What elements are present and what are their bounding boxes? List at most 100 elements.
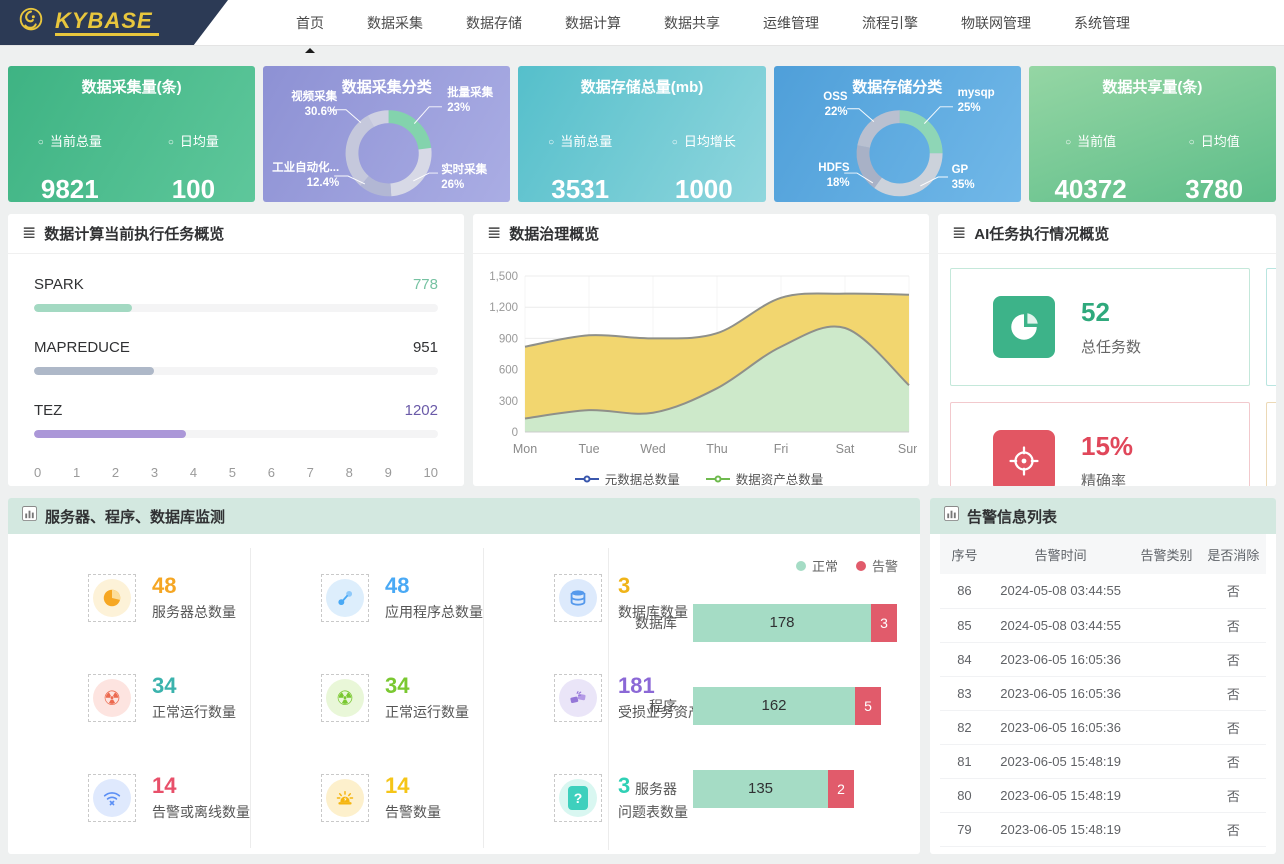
ai-card-cutoff-top	[1266, 268, 1276, 386]
svg-text:600: 600	[499, 365, 518, 377]
donut-label: OSS 22%	[774, 90, 848, 120]
nav-item-home[interactable]: 首页	[294, 0, 326, 47]
col-header-seq: 序号	[940, 534, 989, 574]
svg-text:Sun: Sun	[898, 442, 917, 456]
col-header-cleared: 是否消除	[1201, 534, 1266, 574]
metric-value: 9821	[8, 174, 132, 202]
nav-item-iot-management[interactable]: 物联网管理	[959, 0, 1033, 47]
question-table-icon: ?	[554, 774, 602, 822]
donut-label: 工业自动化... 12.4%	[263, 161, 339, 191]
list-icon: ≣	[22, 224, 36, 241]
legend-dot-icon	[856, 561, 866, 571]
table-row: 842023-06-05 16:05:36否	[940, 642, 1266, 676]
legend-item-assets[interactable]: 数据资产总数量	[706, 469, 824, 486]
donut-label: HDFS 18%	[774, 161, 850, 191]
alarm-bar-segment: 2	[828, 770, 854, 808]
normal-bar-segment: 178	[693, 604, 871, 642]
task-label: SPARK	[34, 276, 84, 293]
task-label: MAPREDUCE	[34, 339, 130, 356]
card-storage-categories: 数据存储分类 mysqp 25% OSS 22% HDFS 18	[774, 66, 1021, 202]
metric-label: 当前值	[1029, 131, 1153, 150]
bar-chart-icon	[944, 506, 959, 526]
stat-value: 34	[152, 674, 236, 698]
card-collection-categories: 数据采集分类 批量采集 23% 视频采集 30.6% 工业自动化...	[263, 66, 510, 202]
task-value: 1202	[405, 402, 438, 419]
bar-chart-icon	[22, 506, 37, 526]
legend-item-normal[interactable]: 正常	[796, 556, 838, 575]
table-row: 852024-05-08 03:44:55否	[940, 608, 1266, 642]
svg-text:300: 300	[499, 396, 518, 408]
database-icon	[554, 574, 602, 622]
svg-text:1,200: 1,200	[489, 302, 518, 314]
task-label: TEZ	[34, 402, 62, 419]
panel-ai-tasks: ≣ AI任务执行情况概览 52 总任务数	[938, 214, 1276, 486]
panel-title: 数据治理概览	[509, 223, 599, 244]
card-title: 数据共享量(条)	[1029, 76, 1276, 97]
metric-label: 日均增长	[642, 131, 766, 150]
monitor-bar-chart: 正常 告警 数据库 178 3	[608, 548, 920, 850]
legend-marker-icon	[706, 478, 730, 480]
panel-title: 数据计算当前执行任务概览	[44, 223, 224, 244]
governance-area-chart: 03006009001,2001,500MonTueWedThuFriSatSu…	[479, 266, 917, 462]
ai-card-label: 精确率	[1081, 470, 1133, 486]
stat-alarm-count: 14 告警数量	[251, 748, 484, 848]
card-title: 数据存储总量(mb)	[518, 76, 765, 97]
metric-value: 3780	[1152, 174, 1276, 202]
svg-text:Sat: Sat	[836, 442, 855, 456]
legend-item-metadata[interactable]: 元数据总数量	[575, 469, 680, 486]
task-value: 778	[413, 276, 438, 293]
bar-row-database: 数据库 178 3	[619, 604, 898, 642]
stat-apps-running: ☢ 34 正常运行数量	[251, 648, 484, 748]
card-title: 数据采集量(条)	[8, 76, 255, 97]
svg-text:Mon: Mon	[513, 442, 537, 456]
stat-value: 48	[385, 574, 483, 598]
stat-label: 应用程序总数量	[385, 602, 483, 622]
task-row: TEZ 1202	[34, 402, 438, 438]
table-row: 802023-06-05 15:48:19否	[940, 778, 1266, 812]
svg-text:0: 0	[512, 427, 518, 439]
alarm-bar-segment: 5	[855, 687, 881, 725]
share-nodes-icon	[321, 574, 369, 622]
chart-legend: 正常 告警	[619, 556, 898, 575]
panel-title: 告警信息列表	[967, 506, 1057, 527]
col-header-type: 告警类别	[1132, 534, 1200, 574]
nav-item-process-engine[interactable]: 流程引擎	[860, 0, 920, 47]
metric-value: 40372	[1029, 174, 1153, 202]
stat-label: 告警或离线数量	[152, 802, 250, 822]
legend-marker-icon	[575, 478, 599, 480]
stat-alarm-offline: 14 告警或离线数量	[18, 748, 251, 848]
donut-label: 视频采集 30.6%	[263, 90, 337, 120]
pie-chart-icon	[88, 574, 136, 622]
nav-item-data-storage[interactable]: 数据存储	[464, 0, 524, 47]
col-header-time: 告警时间	[989, 534, 1132, 574]
nav-item-data-sharing[interactable]: 数据共享	[662, 0, 722, 47]
metric-label: 当前总量	[518, 131, 642, 150]
table-row: 792023-06-05 15:48:19否	[940, 812, 1266, 846]
svg-text:Tue: Tue	[578, 442, 599, 456]
metric-label: 当前总量	[8, 131, 132, 150]
stat-value: 34	[385, 674, 469, 698]
nav-item-ops-management[interactable]: 运维管理	[761, 0, 821, 47]
panel-monitor: 服务器、程序、数据库监测 48 服务器总数量 48	[8, 498, 920, 854]
donut-label: 批量采集 23%	[447, 86, 493, 116]
svg-text:Fri: Fri	[774, 442, 789, 456]
ai-card-precision: 15% 精确率	[950, 402, 1250, 486]
kybase-logo[interactable]: KYBASE	[0, 0, 228, 45]
nav-item-system-management[interactable]: 系统管理	[1072, 0, 1132, 47]
alarm-table: 序号 告警时间 告警类别 是否消除 862024-05-08 03:44:55否…	[940, 534, 1266, 847]
nav-item-data-compute[interactable]: 数据计算	[563, 0, 623, 47]
radiation-red-icon: ☢	[88, 674, 136, 722]
legend-item-alarm[interactable]: 告警	[856, 556, 898, 575]
stat-apps-total: 48 应用程序总数量	[251, 548, 484, 648]
nav-item-data-collection[interactable]: 数据采集	[365, 0, 425, 47]
task-progress-bar	[34, 367, 154, 375]
task-row: SPARK 778	[34, 276, 438, 312]
logo-text: KYBASE	[55, 10, 159, 36]
ai-card-value: 52	[1081, 297, 1141, 328]
svg-text:900: 900	[499, 333, 518, 345]
alarm-light-icon	[321, 774, 369, 822]
bar-row-program: 程序 162 5	[619, 687, 898, 725]
stat-value: 48	[152, 574, 236, 598]
svg-text:Wed: Wed	[640, 442, 666, 456]
metric-label: 日均量	[132, 131, 256, 150]
